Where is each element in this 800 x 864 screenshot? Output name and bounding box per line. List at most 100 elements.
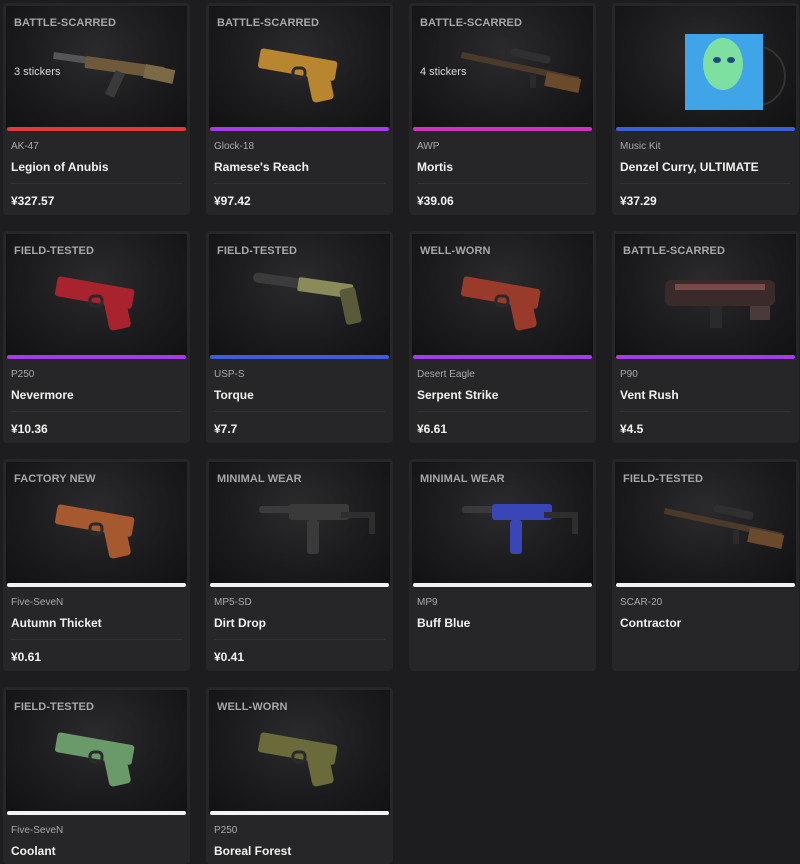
skin-name: Buff Blue <box>417 616 471 630</box>
rarity-bar <box>413 127 592 131</box>
pistol-icon <box>46 718 186 798</box>
inventory-grid: BATTLE-SCARRED 3 stickers AK-47 Legion of A… <box>0 0 800 864</box>
rarity-bar <box>210 127 389 131</box>
item-preview: FIELD-TESTED <box>6 234 187 357</box>
skin-name: Boreal Forest <box>214 844 292 858</box>
skin-name: Contractor <box>620 616 682 630</box>
sniper-rifle-icon <box>452 34 592 114</box>
skin-name: Serpent Strike <box>417 388 499 402</box>
item-preview: WELL-WORN <box>209 690 390 813</box>
price: ¥39.06 <box>417 194 454 208</box>
music-kit-album-icon <box>655 26 795 114</box>
weapon-name: P250 <box>11 369 35 380</box>
item-card[interactable]: FIELD-TESTED SCAR-20 Contractor <box>612 459 799 671</box>
price: ¥4.5 <box>620 422 644 436</box>
pistol-icon <box>46 262 186 342</box>
item-card[interactable]: BATTLE-SCARRED Glock-18 Ramese's Reach ¥97.… <box>206 3 393 215</box>
divider <box>214 639 385 640</box>
item-preview: FACTORY NEW <box>6 462 187 585</box>
pistol-icon <box>249 718 389 798</box>
rarity-bar <box>616 127 795 131</box>
skin-name: Mortis <box>417 160 453 174</box>
wear-label: FACTORY NEW <box>14 473 96 485</box>
sticker-count: 4 stickers <box>420 66 467 78</box>
skin-name: Ramese's Reach <box>214 160 309 174</box>
item-preview: WELL-WORN <box>412 234 593 357</box>
divider <box>620 183 791 184</box>
item-card[interactable]: MINIMAL WEAR MP9 Buff Blue <box>409 459 596 671</box>
item-card[interactable]: BATTLE-SCARRED 3 stickers AK-47 Legion of A… <box>3 3 190 215</box>
price: ¥0.61 <box>11 650 42 664</box>
item-card[interactable]: WELL-WORN P250 Boreal Forest <box>206 687 393 864</box>
divider <box>11 639 182 640</box>
wear-label: BATTLE-SCARRED <box>420 17 523 29</box>
weapon-name: AK-47 <box>11 141 39 152</box>
price: ¥97.42 <box>214 194 251 208</box>
divider <box>11 183 182 184</box>
price: ¥7.7 <box>214 422 238 436</box>
sticker-count: 3 stickers <box>14 66 61 78</box>
price: ¥10.36 <box>11 422 48 436</box>
skin-name: Nevermore <box>11 388 74 402</box>
wear-label: WELL-WORN <box>420 245 491 257</box>
weapon-name: MP9 <box>417 597 438 608</box>
weapon-name: P250 <box>214 825 238 836</box>
rarity-bar <box>7 811 186 815</box>
price: ¥37.29 <box>620 194 657 208</box>
item-card[interactable]: WELL-WORN Desert Eagle Serpent Strike ¥6.61 <box>409 231 596 443</box>
item-card[interactable]: BATTLE-SCARRED P90 Vent Rush ¥4.5 <box>612 231 799 443</box>
wear-label: FIELD-TESTED <box>14 245 95 257</box>
item-card[interactable]: Music Kit Denzel Curry, ULTIMATE ¥37.29 <box>612 3 799 215</box>
item-card[interactable]: FIELD-TESTED P250 Nevermore ¥10.36 <box>3 231 190 443</box>
wear-label: FIELD-TESTED <box>217 245 298 257</box>
item-preview: BATTLE-SCARRED <box>615 234 796 357</box>
item-card[interactable]: FIELD-TESTED Five-SeveN Coolant <box>3 687 190 864</box>
skin-name: Legion of Anubis <box>11 160 109 174</box>
item-card[interactable]: FIELD-TESTED USP-S Torque ¥7.7 <box>206 231 393 443</box>
weapon-name: Music Kit <box>620 141 661 152</box>
item-preview: FIELD-TESTED <box>6 690 187 813</box>
item-preview: MINIMAL WEAR <box>412 462 593 585</box>
weapon-name: Five-SeveN <box>11 825 64 836</box>
skin-name: Torque <box>214 388 254 402</box>
silenced-pistol-icon <box>249 262 389 342</box>
rarity-bar <box>210 583 389 587</box>
smg-icon <box>249 490 389 570</box>
item-card[interactable]: FACTORY NEW Five-SeveN Autumn Thicket ¥0.61 <box>3 459 190 671</box>
sniper-rifle-icon <box>655 490 795 570</box>
weapon-name: MP5-SD <box>214 597 252 608</box>
pistol-icon <box>452 262 592 342</box>
rarity-bar <box>7 127 186 131</box>
smg-icon <box>452 490 592 570</box>
skin-name: Autumn Thicket <box>11 616 102 630</box>
item-preview: MINIMAL WEAR <box>209 462 390 585</box>
wear-label: WELL-WORN <box>217 701 288 713</box>
skin-name: Denzel Curry, ULTIMATE <box>620 160 759 174</box>
rifle-ak47-icon <box>46 34 186 114</box>
weapon-name: Desert Eagle <box>417 369 475 380</box>
rarity-bar <box>413 355 592 359</box>
wear-label: FIELD-TESTED <box>623 473 704 485</box>
rarity-bar <box>616 583 795 587</box>
price: ¥0.41 <box>214 650 245 664</box>
divider <box>620 411 791 412</box>
rarity-bar <box>7 583 186 587</box>
item-preview: BATTLE-SCARRED 3 stickers <box>6 6 187 129</box>
weapon-name: Five-SeveN <box>11 597 64 608</box>
pistol-icon <box>46 490 186 570</box>
wear-label: MINIMAL WEAR <box>217 473 302 485</box>
rarity-bar <box>210 811 389 815</box>
smg-p90-icon <box>655 262 795 342</box>
weapon-name: USP-S <box>214 369 245 380</box>
weapon-name: Glock-18 <box>214 141 255 152</box>
skin-name: Dirt Drop <box>214 616 266 630</box>
item-card[interactable]: MINIMAL WEAR MP5-SD Dirt Drop ¥0.41 <box>206 459 393 671</box>
divider <box>11 411 182 412</box>
item-preview: FIELD-TESTED <box>209 234 390 357</box>
divider <box>214 183 385 184</box>
weapon-name: AWP <box>417 141 440 152</box>
skin-name: Coolant <box>11 844 56 858</box>
divider <box>417 411 588 412</box>
price: ¥327.57 <box>11 194 55 208</box>
item-card[interactable]: BATTLE-SCARRED 4 stickers AWP Mortis ¥39.06 <box>409 3 596 215</box>
